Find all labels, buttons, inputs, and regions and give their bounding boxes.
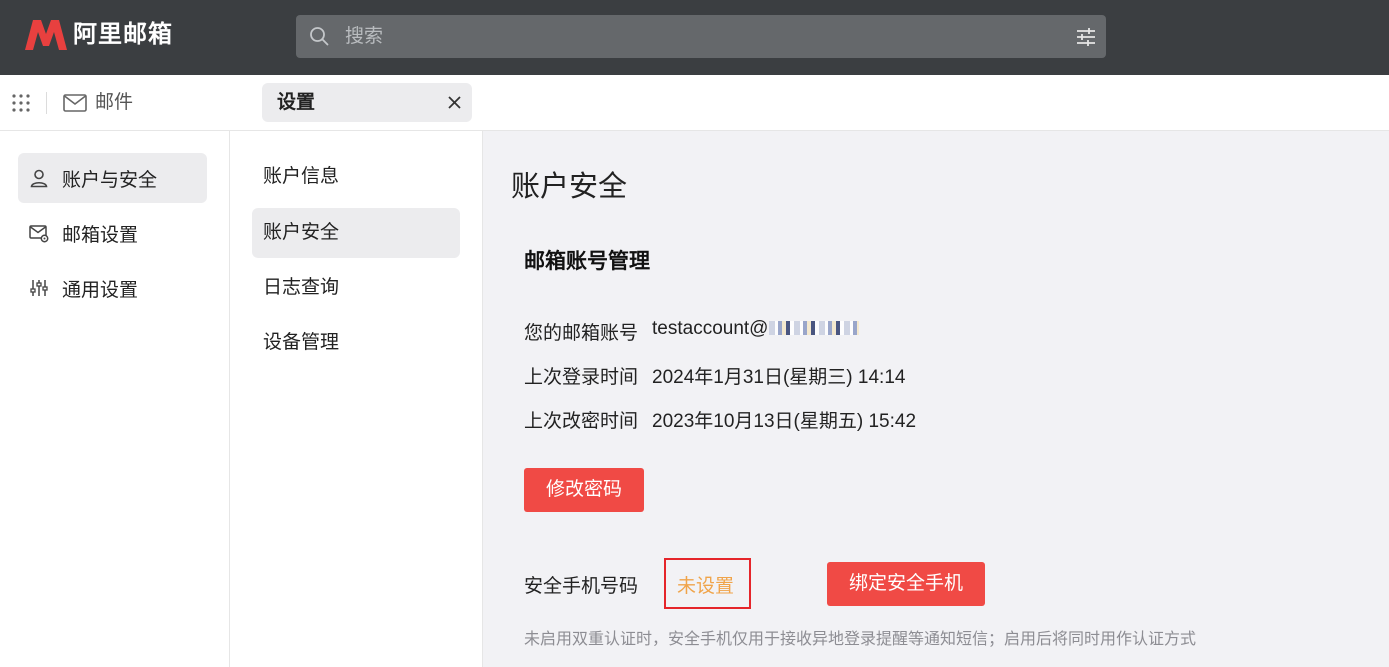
submenu-item-log-query[interactable]: 日志查询 <box>252 263 460 313</box>
phone-status-highlight: 未设置 <box>664 558 751 609</box>
nav-mail[interactable]: 邮件 <box>63 89 133 117</box>
sidebar-item-label: 邮箱设置 <box>62 224 139 246</box>
account-row: 您的邮箱账号 testaccount@ <box>524 318 860 345</box>
sidebar-item-label: 账户与安全 <box>62 169 158 191</box>
nav-divider <box>46 92 47 114</box>
section-title: 邮箱账号管理 <box>524 250 650 273</box>
submenu-item-account-info[interactable]: 账户信息 <box>252 152 460 202</box>
security-phone-label: 安全手机号码 <box>524 576 639 597</box>
sidebar-item-mailbox-settings[interactable]: 邮箱设置 <box>18 208 207 258</box>
submenu-item-device-management[interactable]: 设备管理 <box>252 318 460 368</box>
logo[interactable]: 阿里邮箱 <box>23 18 173 52</box>
close-icon[interactable] <box>447 95 462 110</box>
submenu-item-account-security[interactable]: 账户安全 <box>252 208 460 258</box>
last-login-row: 上次登录时间 2024年1月31日(星期三) 14:14 <box>524 362 905 389</box>
app-grid-icon[interactable] <box>11 93 31 113</box>
settings-sidebar: 账户与安全 邮箱设置 通用设置 <box>0 131 230 667</box>
phone-status: 未设置 <box>677 576 735 597</box>
tab-settings-label: 设置 <box>277 92 316 113</box>
sidebar-item-label: 通用设置 <box>62 279 139 301</box>
main-content: 账户安全 邮箱账号管理 您的邮箱账号 testaccount@ 上次登录时间 2… <box>483 131 1389 667</box>
tab-settings[interactable]: 设置 <box>262 83 472 122</box>
nav-bar: 邮件 设置 <box>0 75 1389 131</box>
nav-mail-label: 邮件 <box>95 92 134 113</box>
sidebar-item-account-security[interactable]: 账户与安全 <box>18 153 207 203</box>
bind-phone-button[interactable]: 绑定安全手机 <box>827 562 985 606</box>
user-icon <box>30 169 48 188</box>
masked-domain <box>769 321 860 335</box>
page-title: 账户安全 <box>511 171 628 203</box>
top-bar: 阿里邮箱 搜索 <box>0 0 1389 75</box>
sliders-icon <box>30 280 48 296</box>
security-phone-hint: 未启用双重认证时，安全手机仅用于接收异地登录提醒等通知短信；启用后将同时用作认证… <box>524 631 1197 648</box>
account-value: testaccount@ <box>652 318 860 345</box>
last-login-value: 2024年1月31日(星期三) 14:14 <box>652 367 906 388</box>
mail-icon <box>63 94 87 112</box>
last-login-label: 上次登录时间 <box>524 367 639 388</box>
sidebar-item-general-settings[interactable]: 通用设置 <box>18 263 207 313</box>
last-password-change-value: 2023年10月13日(星期五) 15:42 <box>652 411 917 432</box>
aliyun-mail-logo-icon <box>25 20 67 50</box>
last-password-change-label: 上次改密时间 <box>524 411 639 432</box>
settings-submenu: 账户信息 账户安全 日志查询 设备管理 <box>230 131 483 667</box>
account-label: 您的邮箱账号 <box>524 323 639 344</box>
change-password-button[interactable]: 修改密码 <box>524 468 644 512</box>
search-bar[interactable]: 搜索 <box>296 15 1106 58</box>
logo-text: 阿里邮箱 <box>73 21 173 48</box>
filter-settings-icon[interactable] <box>1076 27 1096 47</box>
mailbox-settings-icon <box>29 225 49 243</box>
last-password-change-row: 上次改密时间 2023年10月13日(星期五) 15:42 <box>524 406 916 433</box>
search-icon <box>310 27 329 46</box>
search-input[interactable]: 搜索 <box>345 15 383 58</box>
